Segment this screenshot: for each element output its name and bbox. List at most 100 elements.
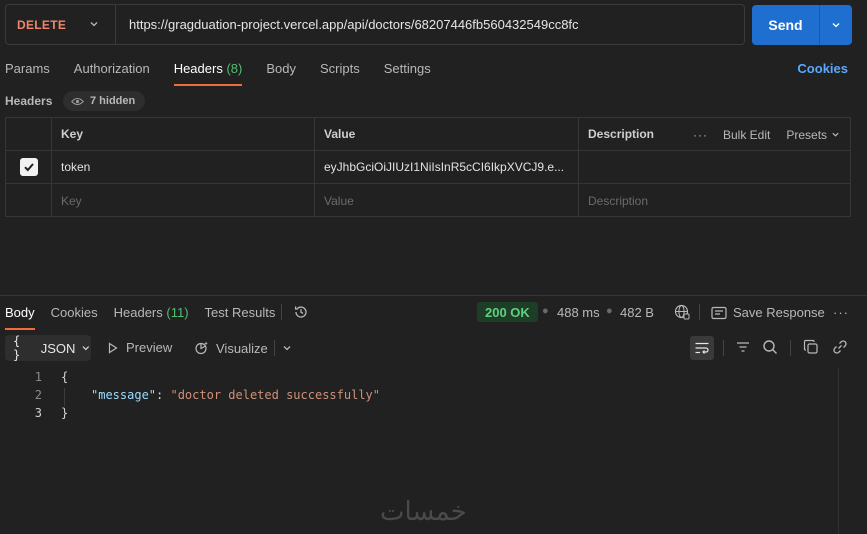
separator-dot: ● xyxy=(606,305,613,317)
code-text: { xyxy=(61,370,69,384)
tab-authorization[interactable]: Authorization xyxy=(74,61,150,85)
new-row-checkbox-cell xyxy=(6,184,52,217)
divider xyxy=(274,340,275,356)
tab-headers-label: Headers xyxy=(173,61,223,76)
preview-button[interactable]: Preview xyxy=(108,340,172,355)
code-line: 2 "message": "doctor deleted successfull… xyxy=(0,386,867,404)
hidden-headers-toggle[interactable]: 7 hidden xyxy=(63,91,146,111)
column-header-key: Key xyxy=(52,118,315,150)
save-response-label: Save Response xyxy=(733,305,825,320)
divider xyxy=(281,304,282,320)
chevron-down-icon xyxy=(82,346,90,351)
send-options-button[interactable] xyxy=(819,5,852,45)
tab-headers[interactable]: Headers (8) xyxy=(173,61,242,86)
visualize-icon xyxy=(195,341,208,355)
new-value-input[interactable]: Value xyxy=(315,184,579,217)
header-value-cell[interactable]: eyJhbGciOiJIUzI1NiIsInR5cCI6IkpXVCJ9.e..… xyxy=(315,151,579,183)
response-tab-cookies[interactable]: Cookies xyxy=(51,305,98,329)
save-response-button[interactable]: Save Response xyxy=(711,305,825,320)
more-options-button[interactable]: ··· xyxy=(833,305,849,320)
chevron-down-icon[interactable] xyxy=(282,343,292,353)
line-number: 3 xyxy=(34,406,42,420)
link-icon[interactable] xyxy=(832,339,848,355)
more-columns-button[interactable]: ··· xyxy=(693,128,708,142)
json-key: "message" xyxy=(91,388,157,402)
tab-scripts[interactable]: Scripts xyxy=(320,61,360,85)
code-text: "message": "doctor deleted successfully" xyxy=(91,386,380,404)
visualize-label: Visualize xyxy=(216,340,268,356)
visualize-button[interactable]: Visualize xyxy=(194,340,268,356)
play-icon xyxy=(108,341,118,354)
row-checkbox[interactable] xyxy=(19,158,38,176)
history-icon[interactable] xyxy=(293,304,309,320)
divider xyxy=(790,340,791,356)
table-header-row: Key Value Description ··· Bulk Edit Pres… xyxy=(6,118,850,151)
response-tabs: Body Cookies Headers (11) Test Results xyxy=(5,305,291,330)
tab-params[interactable]: Params xyxy=(5,61,50,85)
column-header-value: Value xyxy=(315,118,579,150)
check-icon xyxy=(23,163,34,172)
separator-dot: ● xyxy=(542,305,549,317)
new-key-input[interactable]: Key xyxy=(52,184,315,217)
line-number: 1 xyxy=(34,370,42,384)
headers-table: Key Value Description ··· Bulk Edit Pres… xyxy=(5,117,851,217)
response-tab-headers-count: (11) xyxy=(166,305,189,320)
eye-icon xyxy=(71,97,84,105)
response-tab-headers-label: Headers xyxy=(113,305,163,320)
method-select[interactable]: DELETE xyxy=(6,5,116,44)
response-time[interactable]: 488 ms xyxy=(557,305,600,320)
chevron-down-icon xyxy=(832,23,840,28)
table-actions: ··· Bulk Edit Presets xyxy=(683,118,840,151)
indent-guide xyxy=(64,388,65,406)
code-line: 1 { xyxy=(0,368,867,386)
format-dropdown[interactable]: { } JSON xyxy=(5,334,91,362)
column-header-description: Description xyxy=(588,127,655,141)
line-number: 2 xyxy=(34,388,42,402)
response-size[interactable]: 482 B xyxy=(620,305,654,320)
json-string-value: "doctor deleted successfully" xyxy=(170,388,380,402)
table-row-new: Key Value Description xyxy=(6,184,850,217)
filter-icon[interactable] xyxy=(735,339,751,355)
wrap-lines-icon xyxy=(695,342,709,354)
code-text: } xyxy=(61,406,69,420)
save-response-icon xyxy=(711,306,727,319)
preview-label: Preview xyxy=(126,340,173,355)
response-body-editor[interactable]: 1 { 2 "message": "doctor deleted success… xyxy=(0,368,867,422)
json-colon: : xyxy=(156,388,171,402)
editor-scrollbar-track[interactable] xyxy=(838,368,839,534)
network-globe-icon[interactable] xyxy=(674,304,690,320)
header-description-cell[interactable] xyxy=(579,151,851,183)
table-row: token eyJhbGciOiJIUzI1NiIsInR5cCI6IkpXVC… xyxy=(6,151,850,184)
url-bar: DELETE https://gragduation-project.verce… xyxy=(5,4,745,45)
new-description-input[interactable]: Description xyxy=(579,184,851,217)
response-tab-body[interactable]: Body xyxy=(5,305,35,330)
chevron-down-icon xyxy=(832,132,839,137)
chevron-down-icon xyxy=(90,22,98,27)
copy-icon[interactable] xyxy=(803,339,819,355)
bulk-edit-button[interactable]: Bulk Edit xyxy=(723,128,770,142)
method-label: DELETE xyxy=(17,17,67,32)
tab-settings[interactable]: Settings xyxy=(384,61,431,85)
response-tab-headers[interactable]: Headers (11) xyxy=(114,305,189,329)
row-checkbox-cell xyxy=(6,151,52,183)
presets-dropdown[interactable]: Presets xyxy=(786,128,840,142)
wrap-lines-button[interactable] xyxy=(690,336,714,360)
pane-divider[interactable] xyxy=(0,295,867,296)
send-button-group: Send xyxy=(752,5,852,45)
headers-section-label: Headers xyxy=(5,94,53,108)
watermark: خمسات xyxy=(380,497,467,527)
hidden-headers-label: 7 hidden xyxy=(90,95,136,107)
response-tab-test-results[interactable]: Test Results xyxy=(205,305,276,329)
json-braces-icon: { } xyxy=(13,334,21,362)
presets-label: Presets xyxy=(786,127,828,142)
url-input[interactable]: https://gragduation-project.vercel.app/a… xyxy=(116,17,579,32)
cookies-link[interactable]: Cookies xyxy=(797,61,848,76)
tab-body[interactable]: Body xyxy=(266,61,296,85)
format-label: JSON xyxy=(40,340,76,356)
code-line: 3 } xyxy=(0,404,867,422)
header-key-cell[interactable]: token xyxy=(52,151,315,183)
status-badge[interactable]: 200 OK xyxy=(477,302,538,322)
send-button[interactable]: Send xyxy=(752,5,819,45)
divider xyxy=(699,304,700,320)
search-icon[interactable] xyxy=(762,339,778,355)
